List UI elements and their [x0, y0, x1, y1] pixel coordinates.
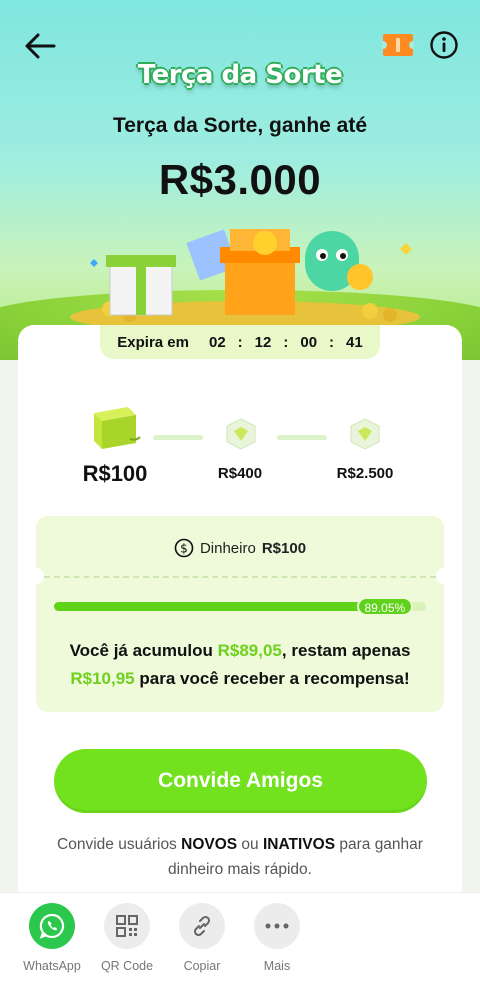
step-connector	[153, 435, 203, 440]
page-headline: Terça da Sorte, ganhe até	[112, 114, 368, 137]
link-icon	[179, 903, 225, 949]
invite-hint: Convide usuários NOVOS ou INATIVOS para …	[40, 832, 440, 882]
share-label: Mais	[263, 959, 291, 973]
reward-summary: $ Dinheiro R$100	[36, 538, 444, 558]
ticket-button[interactable]	[379, 32, 417, 58]
ticket-notch	[28, 568, 44, 584]
share-bar: WhatsApp QR Code Copiar Mais	[0, 892, 480, 984]
arrow-left-icon	[25, 33, 56, 59]
progress-fill	[54, 602, 385, 611]
gem-box-icon	[350, 418, 380, 450]
share-more-button[interactable]: Mais	[237, 903, 317, 973]
timer-label: Expira em	[117, 333, 189, 351]
gift-box-icon	[94, 407, 141, 449]
hint-text: Convide usuários	[57, 836, 177, 853]
share-qr-code-button[interactable]: QR Code	[87, 903, 167, 973]
share-label: WhatsApp	[23, 959, 81, 973]
step-amount: R$2.500	[336, 465, 394, 482]
message-text: Você já acumulou	[69, 641, 213, 660]
reward-type: Dinheiro	[199, 539, 256, 557]
more-icon	[254, 903, 300, 949]
message-text: para você receber a recompensa!	[139, 669, 410, 688]
qr-code-icon	[104, 903, 150, 949]
hint-text: ou	[241, 836, 259, 853]
gem-box-icon	[226, 418, 256, 450]
hint-new: NOVOS	[181, 836, 238, 853]
accumulated-amount: R$89,05	[217, 641, 282, 660]
dashed-divider	[44, 576, 436, 578]
message-text: , restam apenas	[281, 641, 411, 660]
hint-inactive: INATIVOS	[262, 836, 336, 853]
ticket-icon	[379, 34, 417, 56]
timer-days: 02	[208, 333, 226, 351]
step-amount: R$400	[217, 465, 263, 482]
timer-separator: :	[329, 333, 335, 351]
timer-hours: 12	[254, 333, 272, 351]
timer-separator: :	[237, 333, 243, 351]
share-whatsapp-button[interactable]: WhatsApp	[12, 903, 92, 973]
timer-seconds: 41	[346, 333, 363, 351]
milestone-steps: R$100 R$400 R$2.500	[40, 395, 440, 495]
share-label: QR Code	[100, 959, 154, 973]
reward-value: R$100	[261, 539, 307, 557]
back-button[interactable]	[22, 28, 58, 64]
progress-panel: $ Dinheiro R$100 89.05% Você já acumulou…	[28, 516, 452, 712]
step-connector	[277, 435, 327, 440]
expiry-timer: Expira em 02 : 12 : 00 : 41	[100, 325, 380, 359]
svg-text:$: $	[180, 542, 188, 556]
timer-minutes: 00	[300, 333, 318, 351]
share-label: Copiar	[183, 959, 221, 973]
dollar-coin-icon: $	[174, 538, 194, 558]
whatsapp-icon	[29, 903, 75, 949]
progress-message: Você já acumulou R$89,05, restam apenas …	[54, 637, 426, 693]
invite-friends-button[interactable]: Convide Amigos	[54, 749, 427, 813]
info-button[interactable]	[429, 30, 459, 60]
gifts-illustration	[70, 229, 420, 333]
timer-separator: :	[283, 333, 289, 351]
info-icon	[430, 31, 458, 59]
share-copy-link-button[interactable]: Copiar	[162, 903, 242, 973]
ticket-notch	[436, 568, 452, 584]
remaining-amount: R$10,95	[70, 669, 135, 688]
promo-logo: Terça da Sorte	[137, 60, 343, 90]
step-amount-active: R$100	[82, 461, 148, 486]
progress-badge: 89.05%	[356, 597, 414, 616]
max-amount: R$3.000	[158, 156, 322, 203]
